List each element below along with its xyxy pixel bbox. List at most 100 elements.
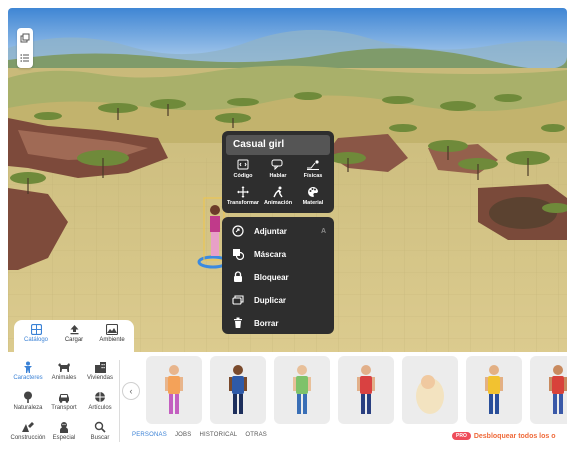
code-label: Código (233, 173, 253, 179)
character-thumbnail (165, 365, 183, 414)
character-card[interactable] (146, 356, 202, 424)
code-button[interactable]: Código (226, 158, 260, 182)
list-icon[interactable] (19, 52, 31, 64)
delete-label: Borrar (254, 318, 279, 328)
category-search-label: Buscar (90, 435, 110, 441)
layers-icon[interactable] (19, 32, 31, 44)
subtab-others[interactable]: OTRAS (245, 432, 267, 444)
subtab-jobs[interactable]: JOBS (175, 432, 191, 444)
nature-icon (22, 390, 34, 403)
items-icon (94, 390, 106, 403)
divider (119, 360, 120, 442)
special-icon (58, 420, 70, 433)
buildings-icon (94, 360, 107, 373)
tab-environment-label: Ambiente (99, 337, 125, 343)
character-card[interactable] (274, 356, 330, 424)
attach-label: Adjuntar (254, 226, 287, 236)
animation-button[interactable]: Animación (261, 185, 295, 209)
unlock-all-link[interactable]: PRO Desbloquear todos los o (452, 430, 556, 442)
physics-button[interactable]: Físicas (296, 158, 330, 182)
duplicate-menu-item[interactable]: Duplicar (222, 289, 334, 311)
character-card[interactable] (338, 356, 394, 424)
category-nature[interactable]: Naturaleza (10, 390, 46, 418)
character-thumbnail (229, 365, 247, 414)
lock-label: Bloquear (254, 272, 289, 282)
subcategory-tabs: PERSONAS JOBS HISTORICAL OTRAS (132, 432, 275, 444)
character-thumbnail (549, 365, 567, 414)
category-housing[interactable]: Viviendas (82, 360, 118, 388)
tab-catalog-label: Catálogo (23, 337, 49, 343)
tab-upload[interactable]: Cargar (56, 324, 92, 352)
lock-menu-item[interactable]: Bloquear (222, 266, 334, 288)
object-context-menu: Casual girl Código Hablar Físicas Transf… (222, 131, 334, 213)
speak-button[interactable]: Hablar (261, 158, 295, 182)
subtab-historical[interactable]: HISTORICAL (199, 432, 237, 444)
animal-icon (57, 360, 71, 373)
physics-label: Físicas (303, 173, 323, 179)
physics-icon (306, 158, 320, 171)
library-tabs: Catálogo Cargar Ambiente (14, 320, 134, 354)
category-grid: Caracteres Animales Viviendas Naturaleza… (8, 356, 118, 450)
category-transport[interactable]: Transport (46, 390, 82, 418)
speak-label: Hablar (269, 173, 287, 179)
mask-label: Máscara (254, 249, 287, 259)
category-transport-label: Transport (51, 405, 77, 411)
category-animals[interactable]: Animales (46, 360, 82, 388)
transform-button[interactable]: Transformar (226, 185, 260, 209)
category-special[interactable]: Especial (46, 420, 82, 448)
environment-icon (106, 324, 118, 335)
tab-catalog[interactable]: Catálogo (18, 324, 54, 352)
code-icon (237, 158, 249, 171)
tab-environment[interactable]: Ambiente (94, 324, 130, 352)
category-search[interactable]: Buscar (82, 420, 118, 448)
trash-icon (231, 317, 245, 329)
category-housing-label: Viviendas (87, 375, 113, 381)
character-thumbnail (357, 365, 375, 414)
mask-icon (231, 248, 245, 260)
character-card[interactable] (210, 356, 266, 424)
scroll-left-button[interactable]: ‹ (122, 382, 140, 400)
category-special-label: Especial (52, 435, 76, 441)
car-icon (57, 390, 71, 403)
pro-badge: PRO (452, 432, 471, 440)
transform-label: Transformar (226, 200, 260, 206)
category-construction[interactable]: Construcción (10, 420, 46, 448)
character-thumbnail (485, 365, 503, 414)
category-animals-label: Animales (51, 375, 77, 381)
lock-icon (231, 271, 245, 283)
category-items-label: Artículos (88, 405, 112, 411)
character-card[interactable] (402, 356, 458, 424)
object-actions-list: Adjuntar A Máscara Bloquear Duplicar Bor… (222, 217, 334, 334)
character-card[interactable] (530, 356, 567, 424)
speech-bubble-icon (271, 158, 285, 171)
object-title: Casual girl (226, 135, 330, 155)
attach-icon (231, 225, 245, 237)
category-construction-label: Construcción (10, 435, 46, 441)
search-icon (94, 420, 106, 433)
category-items[interactable]: Artículos (82, 390, 118, 418)
tab-upload-label: Cargar (64, 337, 84, 343)
upload-icon (70, 325, 78, 335)
move-arrows-icon (237, 185, 249, 198)
material-label: Material (302, 200, 324, 206)
left-toolbar (17, 28, 33, 68)
duplicate-label: Duplicar (254, 295, 287, 305)
catalog-icon (30, 324, 42, 335)
subtab-people[interactable]: PERSONAS (132, 432, 167, 444)
delete-menu-item[interactable]: Borrar (222, 312, 334, 334)
unlock-label: Desbloquear todos los o (473, 432, 556, 440)
attach-menu-item[interactable]: Adjuntar A (222, 220, 334, 242)
category-nature-label: Naturaleza (13, 405, 43, 411)
person-icon (22, 360, 34, 373)
chevron-left-icon: ‹ (129, 386, 133, 396)
palette-icon (307, 185, 319, 198)
category-characters[interactable]: Caracteres (10, 360, 46, 388)
animation-label: Animación (263, 200, 293, 206)
running-figure-icon (271, 185, 285, 198)
material-button[interactable]: Material (296, 185, 330, 209)
app-window: Casual girl Código Hablar Físicas Transf… (0, 0, 567, 450)
attach-shortcut: A (320, 227, 326, 235)
mask-menu-item[interactable]: Máscara (222, 243, 334, 265)
character-thumbnail (416, 375, 444, 414)
character-card[interactable] (466, 356, 522, 424)
